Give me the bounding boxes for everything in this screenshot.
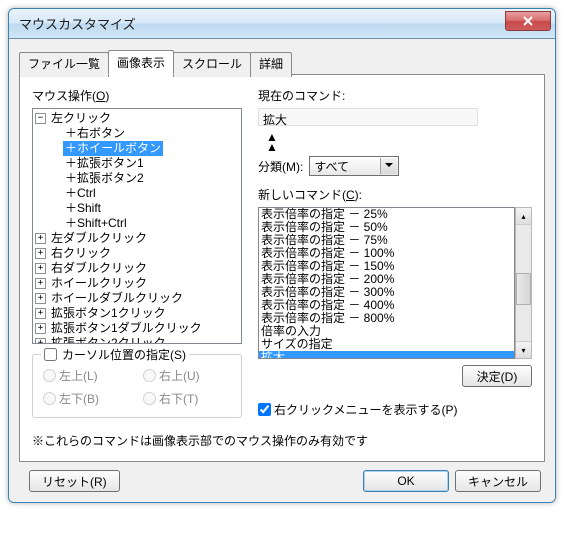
expand-icon[interactable]: +	[35, 323, 46, 334]
chevron-down-icon	[385, 163, 393, 167]
tree-child-item[interactable]: ＋拡張ボタン2	[35, 171, 239, 186]
radio-top-left[interactable]: 左上(L)	[43, 367, 131, 384]
tree-child-item[interactable]: ＋右ボタン	[35, 126, 239, 141]
scroll-down-button[interactable]: ▾	[516, 341, 531, 358]
scroll-thumb[interactable]	[516, 273, 531, 305]
tab-panel: マウス操作(O) − 左クリック ＋右ボタン＋ホイールボタン＋拡張ボタン1＋拡張…	[19, 74, 545, 462]
tab-detail[interactable]: 詳細	[250, 52, 292, 77]
new-command-listbox[interactable]: 表示倍率の指定 － 25%表示倍率の指定 － 50%表示倍率の指定 － 75%表…	[258, 207, 515, 359]
new-command-label: 新しいコマンド(C):	[258, 186, 532, 203]
expand-icon[interactable]: +	[35, 308, 46, 319]
tree-sibling-item[interactable]: +右ダブルクリック	[35, 261, 239, 276]
tree-sibling-item[interactable]: +拡張ボタン1クリック	[35, 306, 239, 321]
collapse-icon[interactable]: −	[35, 113, 46, 124]
list-item[interactable]: 拡大	[259, 351, 514, 359]
expand-icon[interactable]: +	[35, 233, 46, 244]
tab-scroll[interactable]: スクロール	[173, 52, 251, 77]
tree-sibling-item[interactable]: +左ダブルクリック	[35, 231, 239, 246]
decide-button[interactable]: 決定(D)	[462, 365, 532, 387]
arrows-icon: ▲▲	[266, 132, 532, 152]
listbox-scrollbar[interactable]: ▴ ▾	[515, 207, 532, 359]
expand-icon[interactable]: +	[35, 263, 46, 274]
tree-sibling-item[interactable]: +ホイールクリック	[35, 276, 239, 291]
tree-node-left-click[interactable]: − 左クリック	[35, 111, 239, 126]
scroll-track[interactable]	[516, 225, 531, 341]
cursor-position-check-input[interactable]	[44, 348, 57, 361]
radio-top-right[interactable]: 右上(U)	[143, 367, 231, 384]
tab-image-display[interactable]: 画像表示	[108, 50, 174, 75]
category-label: 分類(M):	[258, 158, 303, 175]
expand-icon[interactable]: +	[35, 248, 46, 259]
list-item[interactable]: サイズの指定	[259, 338, 514, 351]
scroll-up-button[interactable]: ▴	[516, 208, 531, 225]
cursor-position-group: カーソル位置の指定(S) 左上(L) 右上(U) 左下(B) 右下(T)	[32, 354, 242, 418]
tree-child-item[interactable]: ＋Shift	[35, 201, 239, 216]
mouse-ops-label: マウス操作(O)	[32, 87, 242, 104]
radio-bottom-right[interactable]: 右下(T)	[143, 390, 231, 407]
cancel-button[interactable]: キャンセル	[455, 470, 541, 492]
tree-sibling-item[interactable]: +拡張ボタン1ダブルクリック	[35, 321, 239, 336]
tree-child-item[interactable]: ＋Ctrl	[35, 186, 239, 201]
current-command-value: 拡大	[258, 108, 478, 126]
dialog-buttons: リセット(R) OK キャンセル	[19, 462, 545, 496]
category-select[interactable]: すべて	[309, 156, 399, 176]
expand-icon[interactable]: +	[35, 338, 46, 344]
show-context-menu-checkbox[interactable]: 右クリックメニューを表示する(P)	[258, 401, 532, 418]
mouse-ops-tree[interactable]: − 左クリック ＋右ボタン＋ホイールボタン＋拡張ボタン1＋拡張ボタン2＋Ctrl…	[32, 108, 242, 344]
expand-icon[interactable]: +	[35, 278, 46, 289]
expand-icon[interactable]: +	[35, 293, 46, 304]
tree-sibling-item[interactable]: +右クリック	[35, 246, 239, 261]
tree-child-item[interactable]: ＋Shift+Ctrl	[35, 216, 239, 231]
tree-child-item[interactable]: ＋拡張ボタン1	[35, 156, 239, 171]
tab-bar: ファイル一覧 画像表示 スクロール 詳細	[19, 50, 545, 75]
close-button[interactable]	[505, 11, 551, 31]
content-area: ファイル一覧 画像表示 スクロール 詳細 マウス操作(O) − 左クリック ＋右…	[9, 39, 555, 502]
window-title: マウスカスタマイズ	[19, 14, 136, 33]
ok-button[interactable]: OK	[363, 470, 449, 492]
current-command-label: 現在のコマンド:	[258, 87, 532, 104]
tree-child-item[interactable]: ＋ホイールボタン	[35, 141, 239, 156]
radio-bottom-left[interactable]: 左下(B)	[43, 390, 131, 407]
titlebar[interactable]: マウスカスタマイズ	[9, 9, 555, 39]
tree-sibling-item[interactable]: +ホイールダブルクリック	[35, 291, 239, 306]
close-icon	[523, 16, 533, 26]
tab-file-list[interactable]: ファイル一覧	[19, 52, 109, 77]
reset-button[interactable]: リセット(R)	[29, 470, 120, 492]
footer-note: ※これらのコマンドは画像表示部でのマウス操作のみ有効です	[32, 432, 532, 449]
dialog-window: マウスカスタマイズ ファイル一覧 画像表示 スクロール 詳細 マウス操作(O) …	[8, 8, 556, 503]
tree-sibling-item[interactable]: +拡張ボタン2クリック	[35, 336, 239, 344]
show-context-check-input[interactable]	[258, 403, 271, 416]
cursor-position-checkbox[interactable]: カーソル位置の指定(S)	[41, 346, 189, 363]
